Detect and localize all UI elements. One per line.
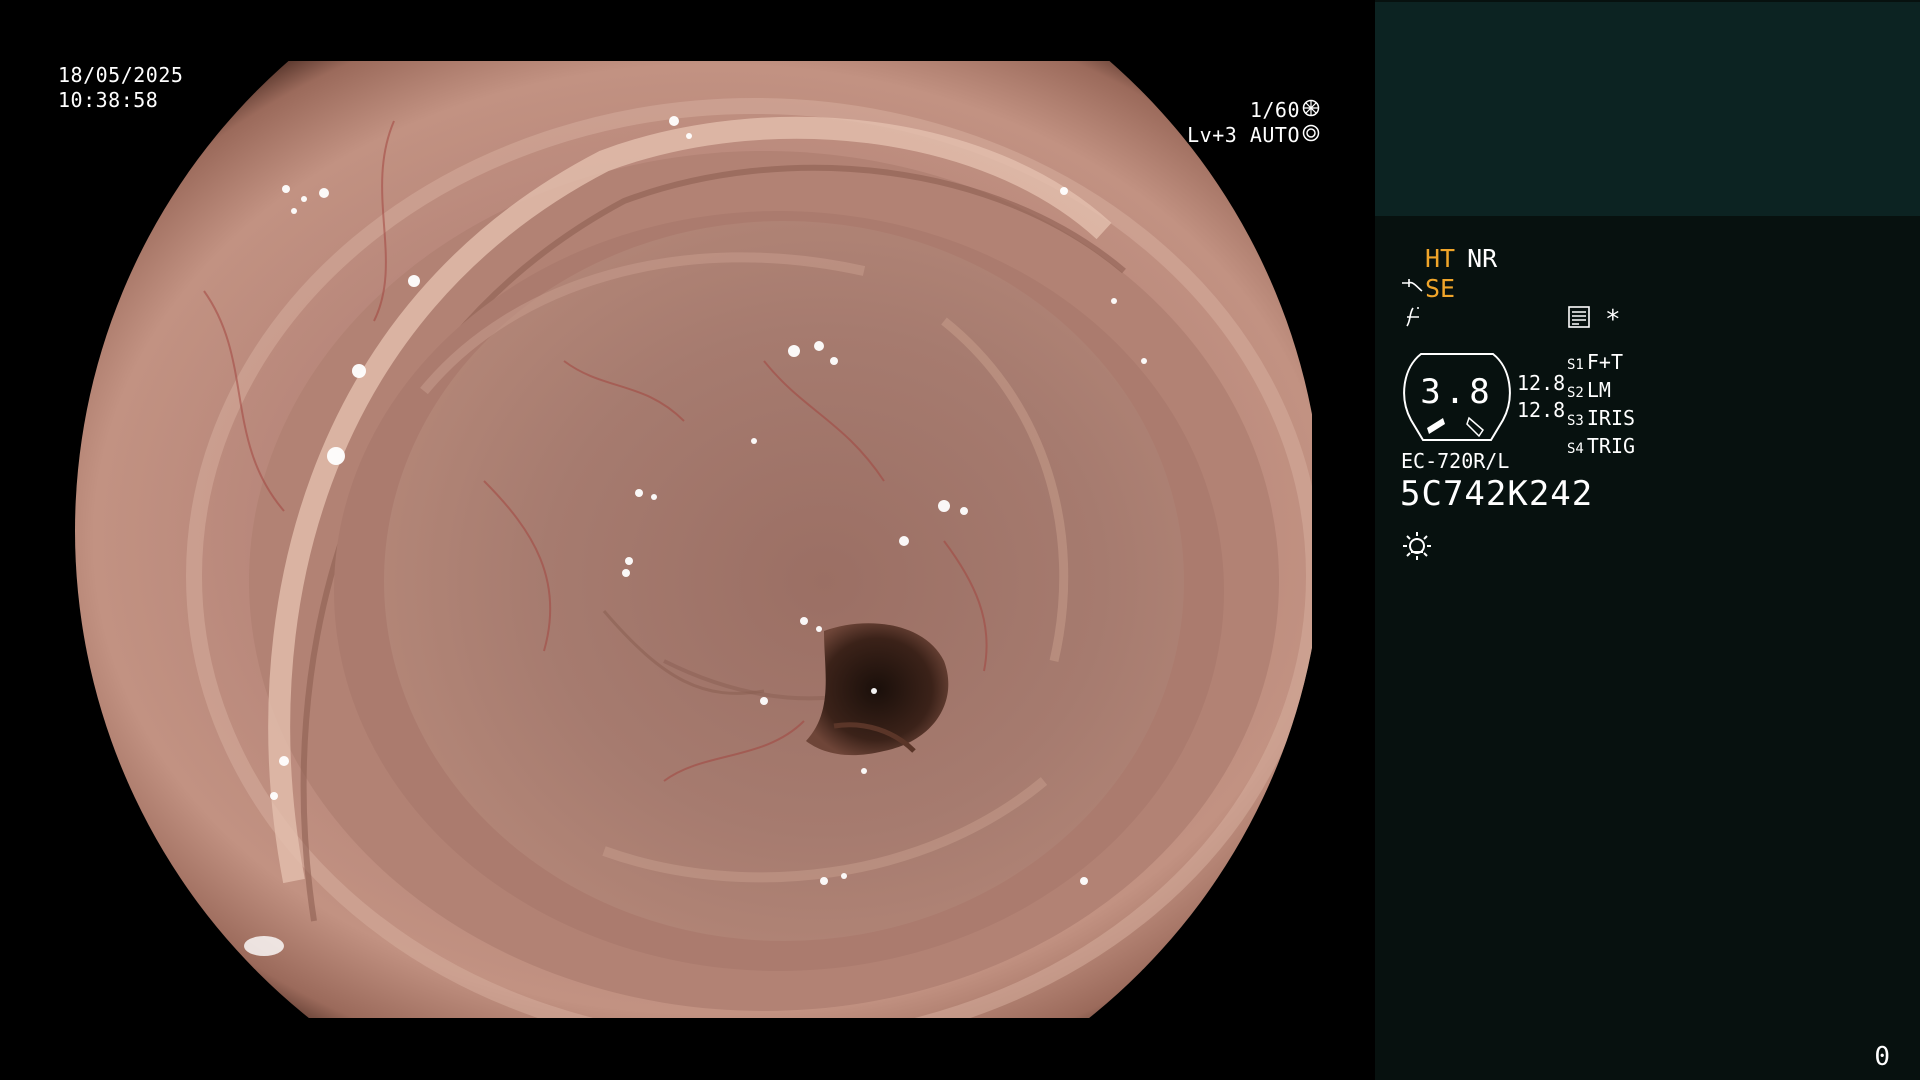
switch-key: S3 <box>1567 413 1584 429</box>
memory-row: * <box>1567 305 1621 335</box>
shutter-speed-label: 1/60 <box>1249 98 1300 122</box>
switch-s4: S4 TRIG <box>1567 434 1635 462</box>
memory-card-icon <box>1567 305 1591 335</box>
contrast-icon <box>1403 305 1423 335</box>
scope-model: EC-720R/L <box>1401 449 1510 473</box>
structure-row: SE <box>1401 274 1455 303</box>
switch-key: S4 <box>1567 441 1584 457</box>
endoscopy-monitor: 18/05/2025 10:38:58 1/60 Lv+3 AUTO HT NR <box>0 0 1920 1080</box>
light-level-label: Lv+3 AUTO <box>1187 123 1300 147</box>
gauge-value: 3.8 <box>1420 372 1494 412</box>
noise-reduction-label: NR <box>1467 244 1498 273</box>
switch-key: S1 <box>1567 357 1584 373</box>
switch-assignments: S1 F+T S2 LM S3 IRIS S4 TRIG <box>1567 350 1635 462</box>
structure-mode-label: SE <box>1425 274 1456 303</box>
switch-value: LM <box>1586 378 1611 402</box>
shutter-wheel-icon <box>1302 98 1320 123</box>
exposure-readout: 1/60 Lv+3 AUTO <box>1187 98 1320 148</box>
endoscope-image <box>64 61 1312 1018</box>
date-time-readout: 18/05/2025 10:38:58 <box>58 63 183 113</box>
scope-serial: 5C742K242 <box>1400 474 1594 514</box>
switch-s2: S2 LM <box>1567 378 1635 406</box>
memory-marker: * <box>1605 305 1621 335</box>
time-label: 10:38:58 <box>58 88 159 112</box>
switch-key: S2 <box>1567 385 1584 401</box>
date-label: 18/05/2025 <box>58 63 184 87</box>
zoom-gauge: 3.8 <box>1399 350 1515 444</box>
scale-readout: 12.8 12.8 <box>1517 370 1565 424</box>
colon-lumen-view <box>75 61 1312 1018</box>
switch-value: TRIG <box>1586 434 1636 458</box>
scale-bottom: 12.8 <box>1517 398 1566 422</box>
scale-top: 12.8 <box>1517 371 1566 395</box>
enhancement-row: HT NR <box>1425 244 1497 273</box>
frame-counter: 0 <box>1874 1042 1890 1072</box>
switch-s3: S3 IRIS <box>1567 406 1635 434</box>
sun-lamp-icon <box>1401 530 1433 562</box>
panel-header-area <box>1375 2 1920 216</box>
structure-icon <box>1401 274 1423 303</box>
enhance-mode-label: HT <box>1425 244 1456 273</box>
switch-s1: S1 F+T <box>1567 350 1635 378</box>
iris-ring-icon <box>1302 123 1320 148</box>
switch-value: F+T <box>1586 350 1623 374</box>
settings-panel: HT NR SE * 3.8 12.8 12.8 S1 F+T S2 LM S3… <box>1375 0 1920 1080</box>
switch-value: IRIS <box>1586 406 1636 430</box>
